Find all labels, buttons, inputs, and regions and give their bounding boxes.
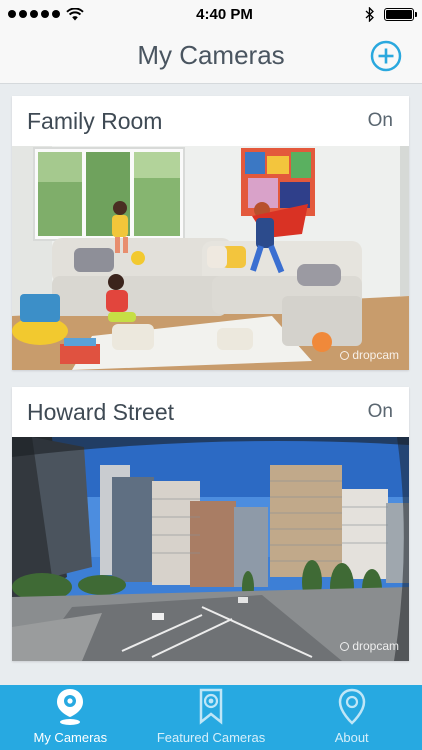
- family-room-scene: [12, 146, 409, 370]
- camera-card-howard-street[interactable]: Howard Street On dropcam: [12, 387, 409, 661]
- tab-my-cameras[interactable]: My Cameras: [0, 685, 141, 750]
- dropcam-logo-icon: [340, 350, 350, 360]
- status-right: [365, 6, 417, 22]
- camera-status[interactable]: On: [368, 401, 393, 423]
- dropcam-watermark: dropcam: [340, 348, 399, 362]
- card-header: Family Room On: [12, 96, 409, 146]
- wifi-icon: [66, 7, 84, 20]
- camera-name: Family Room: [27, 107, 163, 134]
- battery-icon: [383, 7, 417, 21]
- status-time: 4:40 PM: [196, 5, 253, 23]
- status-bar: 4:40 PM: [0, 0, 422, 28]
- tab-label: Featured Cameras: [156, 730, 266, 745]
- camera-status[interactable]: On: [368, 110, 393, 132]
- camera-name: Howard Street: [27, 398, 175, 425]
- camera-feed-image[interactable]: dropcam: [12, 146, 409, 370]
- status-left: [8, 7, 84, 21]
- camera-pin-icon: [57, 689, 84, 725]
- tab-label: My Cameras: [33, 730, 108, 745]
- camera-card-family-room[interactable]: Family Room On dropcam: [12, 96, 409, 370]
- howard-street-scene: [12, 437, 409, 661]
- tab-bar: My Cameras Featured Cameras About: [0, 685, 422, 750]
- tab-featured-cameras[interactable]: Featured Cameras: [141, 685, 282, 750]
- add-camera-button[interactable]: [370, 40, 402, 72]
- dropcam-watermark: dropcam: [340, 639, 399, 653]
- ribbon-icon: [199, 688, 223, 725]
- location-pin-icon: [338, 688, 365, 725]
- page-title: My Cameras: [137, 40, 285, 70]
- bluetooth-icon: [365, 6, 374, 22]
- camera-feed-image[interactable]: dropcam: [12, 437, 409, 661]
- tab-about[interactable]: About: [281, 685, 422, 750]
- signal-strength-icon: [8, 10, 60, 18]
- card-header: Howard Street On: [12, 387, 409, 437]
- dropcam-logo-icon: [340, 641, 350, 651]
- navigation-bar: My Cameras: [0, 28, 422, 84]
- tab-label: About: [334, 730, 369, 745]
